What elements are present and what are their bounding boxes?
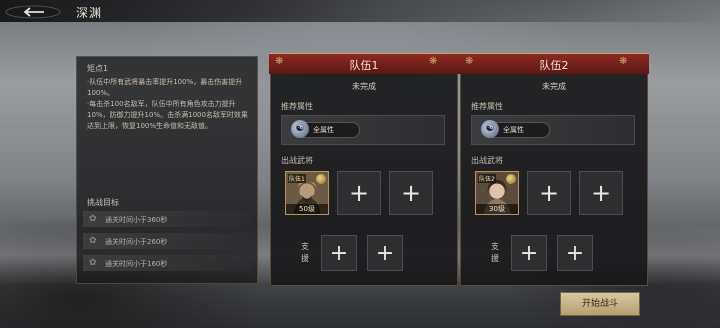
attribute-icon: ☯ [481, 120, 499, 138]
goal-item: ✿ 通关时间小于360秒 [83, 211, 251, 227]
team-panel-1: ❋ ❋ 队伍1 未完成 推荐属性 ☯ 全属性 出战武将 队伍1 50级 + + … [269, 53, 459, 286]
hero-slot-1[interactable]: 队伍1 50级 [285, 171, 329, 215]
support-label: 支援 [301, 242, 309, 263]
goal-item: ✿ 通关时间小于260秒 [83, 233, 251, 249]
add-support-slot[interactable]: + [321, 235, 357, 271]
recommended-attr-label: 推荐属性 [281, 102, 313, 111]
attr-value: 全属性 [503, 126, 524, 134]
goal-title: 挑战目标 [87, 198, 119, 207]
stage-info-panel: 矩点1 ·队伍中所有武将暴击率提升100%，暴击伤害提升100%。 ·每击杀10… [76, 56, 258, 284]
goal-text: 通关时间小于160秒 [105, 260, 168, 268]
add-hero-slot[interactable]: + [527, 171, 571, 215]
goal-text: 通关时间小于360秒 [105, 216, 168, 224]
add-hero-slot[interactable]: + [337, 171, 381, 215]
plus-icon: + [329, 241, 349, 266]
plus-icon: + [400, 179, 422, 207]
badge-icon [506, 174, 516, 184]
plus-icon: + [348, 179, 370, 207]
plus-icon: + [519, 241, 539, 266]
goal-text: 通关时间小于260秒 [105, 238, 168, 246]
badge-icon [316, 174, 326, 184]
hero-team-tag: 队伍2 [478, 174, 496, 183]
plus-icon: + [375, 241, 395, 266]
support-label: 支援 [491, 242, 499, 263]
team-status: 未完成 [352, 82, 376, 91]
add-support-slot[interactable]: + [511, 235, 547, 271]
team-panel-2: ❋ ❋ 队伍2 未完成 推荐属性 ☯ 全属性 出战武将 队伍2 30级 + + … [459, 53, 649, 286]
team-header: ❋ ❋ 队伍1 [269, 53, 459, 74]
add-hero-slot[interactable]: + [579, 171, 623, 215]
deploy-label: 出战武将 [471, 156, 503, 165]
gear-icon: ✿ [89, 214, 97, 224]
page-title: 深渊 [76, 6, 103, 20]
team-name: 队伍1 [349, 59, 379, 72]
recommended-attr-bar: ☯ 全属性 [471, 115, 635, 145]
recommended-attr-bar: ☯ 全属性 [281, 115, 445, 145]
add-support-slot[interactable]: + [557, 235, 593, 271]
attribute-icon: ☯ [291, 120, 309, 138]
add-hero-slot[interactable]: + [389, 171, 433, 215]
hero-slot-1[interactable]: 队伍2 30级 [475, 171, 519, 215]
goal-item: ✿ 通关时间小于160秒 [83, 255, 251, 271]
deploy-label: 出战武将 [281, 156, 313, 165]
plus-icon: + [565, 241, 585, 266]
info-paragraph: ·每击杀100名敌军，队伍中所有角色攻击力提升10%，防御力提升10%。击杀满1… [87, 100, 248, 130]
plus-icon: + [538, 179, 560, 207]
start-battle-button[interactable]: 开始战斗 [560, 292, 640, 316]
team-name: 队伍2 [539, 59, 569, 72]
team-status: 未完成 [542, 82, 566, 91]
attr-value: 全属性 [313, 126, 334, 134]
hero-team-tag: 队伍1 [288, 174, 306, 183]
info-description: ·队伍中所有武将暴击率提升100%，暴击伤害提升100%。 ·每击杀100名敌军… [87, 77, 253, 132]
top-bar: 深渊 [0, 0, 720, 22]
info-paragraph: ·队伍中所有武将暴击率提升100%，暴击伤害提升100%。 [87, 78, 243, 97]
plus-icon: + [590, 179, 612, 207]
hero-level: 50级 [286, 204, 328, 214]
gear-icon: ✿ [89, 258, 97, 268]
hero-level: 30级 [476, 204, 518, 214]
add-support-slot[interactable]: + [367, 235, 403, 271]
team-header: ❋ ❋ 队伍2 [459, 53, 649, 74]
attr-badge: ☯ 全属性 [291, 120, 360, 138]
gear-icon: ✿ [89, 236, 97, 246]
back-arrow-icon[interactable] [4, 3, 62, 20]
recommended-attr-label: 推荐属性 [471, 102, 503, 111]
info-title: 矩点1 [87, 64, 109, 73]
attr-badge: ☯ 全属性 [481, 120, 550, 138]
